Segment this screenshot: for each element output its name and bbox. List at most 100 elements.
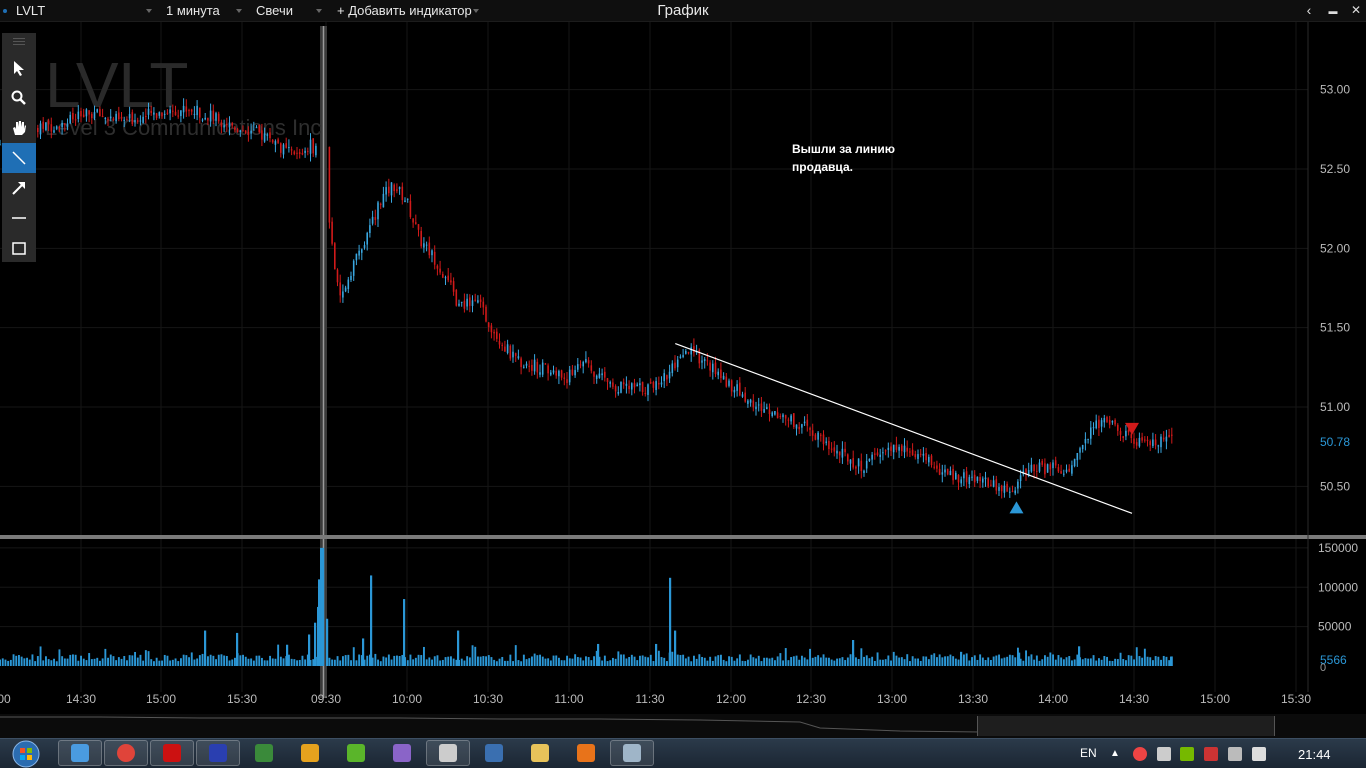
candle-body <box>366 232 368 245</box>
candle-body <box>131 112 134 125</box>
nvidia-tray-icon[interactable] <box>1180 747 1194 761</box>
taskbar-calculator-button[interactable] <box>610 740 654 766</box>
volume-bar <box>74 654 77 666</box>
candle-body <box>798 426 800 430</box>
chart-area[interactable]: LVLT Level 3 Communications Inc Вышли за… <box>0 22 1366 714</box>
network-error-icon[interactable] <box>1204 747 1218 761</box>
volume-bar <box>863 656 865 666</box>
volume-bar <box>728 656 730 666</box>
volume-bar <box>811 657 814 666</box>
volume-bar <box>1092 655 1095 666</box>
volume-bar <box>474 646 477 666</box>
taskbar-unknown-green-button[interactable] <box>242 740 286 766</box>
taskbar-visual-studio-button[interactable] <box>380 740 424 766</box>
candle-body <box>47 120 50 125</box>
candle-body <box>460 301 463 303</box>
annotation-text-line2[interactable]: продавца. <box>792 160 853 174</box>
toolbar-grip-icon[interactable] <box>2 33 36 51</box>
chevron-down-icon[interactable] <box>236 9 242 13</box>
arrow-tool-icon[interactable] <box>2 173 36 203</box>
horizontal-line-tool-icon[interactable] <box>2 203 36 233</box>
volume-bar <box>290 658 293 666</box>
chrome-tray-icon[interactable] <box>1133 747 1147 761</box>
volume-icon[interactable] <box>1252 747 1266 761</box>
volume-bar <box>747 659 749 666</box>
pointer-tool-icon[interactable] <box>2 53 36 83</box>
candle-body <box>933 466 935 468</box>
rectangle-tool-icon[interactable] <box>2 233 36 263</box>
volume-bar <box>1127 655 1130 666</box>
interval-selector[interactable]: 1 минута <box>166 3 220 18</box>
volume-bar <box>622 654 625 666</box>
clock[interactable]: 21:44 <box>1298 747 1331 762</box>
volume-bar <box>90 659 93 666</box>
taskbar-opera-button[interactable] <box>150 740 194 766</box>
volume-bar <box>865 655 868 666</box>
taskbar-firefox-button[interactable] <box>564 740 608 766</box>
candle-body <box>887 447 890 450</box>
candle-body <box>128 114 131 119</box>
taskbar-avast-button[interactable] <box>288 740 332 766</box>
chevron-down-icon[interactable] <box>146 9 152 13</box>
candle-body <box>331 221 333 244</box>
taskbar-pidgin-button[interactable] <box>472 740 516 766</box>
volume-spike <box>403 599 406 666</box>
candle-body <box>574 370 576 376</box>
candle-body <box>234 127 236 131</box>
volume-bar <box>644 656 647 666</box>
volume-bar <box>833 660 836 666</box>
volume-bar <box>1143 648 1146 666</box>
candle-body <box>172 110 174 112</box>
candle-body <box>1079 448 1081 453</box>
chevron-down-icon[interactable] <box>473 9 479 13</box>
action-center-icon[interactable] <box>1228 747 1242 761</box>
close-icon[interactable]: ✕ <box>1348 3 1364 17</box>
time-axis-label: 14:30 <box>1119 692 1149 706</box>
candle-body <box>728 380 730 386</box>
line-tool-icon[interactable] <box>2 143 36 173</box>
zoom-tool-icon[interactable] <box>2 83 36 113</box>
start-button[interactable] <box>6 740 46 768</box>
annotation-text-line1[interactable]: Вышли за линию <box>792 142 895 156</box>
taskbar-chrome-button[interactable] <box>104 740 148 766</box>
volume-bar <box>687 656 690 666</box>
volume-bar <box>431 659 433 666</box>
volume-bar <box>968 660 971 666</box>
taskbar-folder-button[interactable] <box>518 740 562 766</box>
volume-bar <box>88 653 91 666</box>
back-icon[interactable]: ‹ <box>1301 2 1317 18</box>
candle-body <box>1017 481 1019 489</box>
volume-bar <box>336 656 339 666</box>
chevron-down-icon[interactable] <box>316 9 322 13</box>
volume-bar <box>333 659 336 666</box>
candle-body <box>644 392 647 394</box>
volume-bar <box>1095 660 1098 666</box>
tray-expand-icon[interactable]: ▲ <box>1110 748 1120 759</box>
volume-bar <box>817 655 820 666</box>
taskbar-windows-explorer-button[interactable] <box>58 740 102 766</box>
firefox-icon <box>577 744 595 762</box>
chart-type-selector[interactable]: Свечи <box>256 3 293 18</box>
language-indicator[interactable]: EN <box>1080 746 1097 760</box>
symbol-selector[interactable]: LVLT <box>16 3 45 18</box>
candle-body <box>865 460 868 469</box>
volume-bar <box>957 659 960 666</box>
volume-bar <box>301 655 304 666</box>
volume-bar <box>998 654 1000 666</box>
minimize-icon[interactable]: ▬ <box>1325 6 1341 16</box>
navigator-range-thumb[interactable] <box>977 716 1275 736</box>
candle-body <box>749 399 752 403</box>
taskbar-terminal-button[interactable] <box>426 740 470 766</box>
pan-tool-icon[interactable] <box>2 113 36 143</box>
add-indicator-button[interactable]: + Добавить индикатор <box>337 3 472 18</box>
candle-body <box>1154 439 1157 446</box>
candle-body <box>1103 418 1106 423</box>
volume-bar <box>331 659 334 666</box>
volume-bar <box>884 659 887 666</box>
candle-body <box>909 451 911 453</box>
app-tray-icon[interactable] <box>1157 747 1171 761</box>
candle-body <box>687 352 690 354</box>
taskbar-trading-platform-button[interactable] <box>196 740 240 766</box>
taskbar-utorrent-button[interactable] <box>334 740 378 766</box>
volume-bar <box>1062 659 1065 666</box>
